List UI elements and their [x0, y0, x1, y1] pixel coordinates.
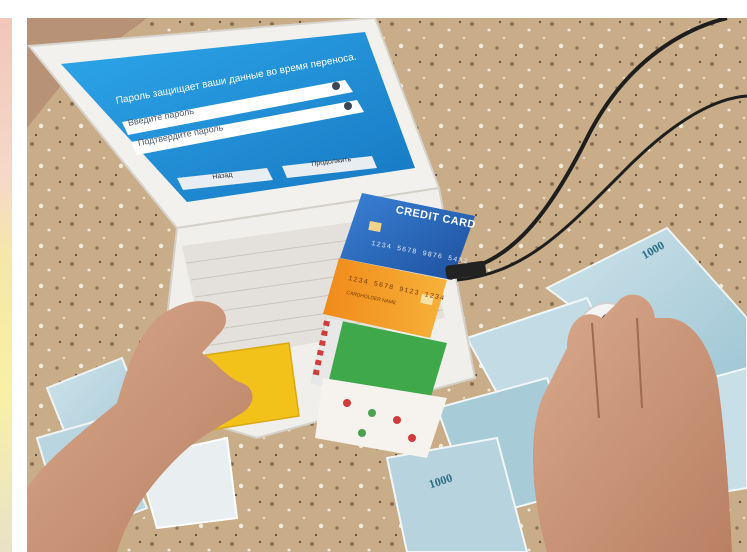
photo: Пароль защищает ваши данные во время пер… — [27, 18, 747, 552]
eye-icon — [332, 82, 340, 90]
left-edge-strip — [0, 18, 12, 552]
eye-icon — [344, 102, 352, 110]
